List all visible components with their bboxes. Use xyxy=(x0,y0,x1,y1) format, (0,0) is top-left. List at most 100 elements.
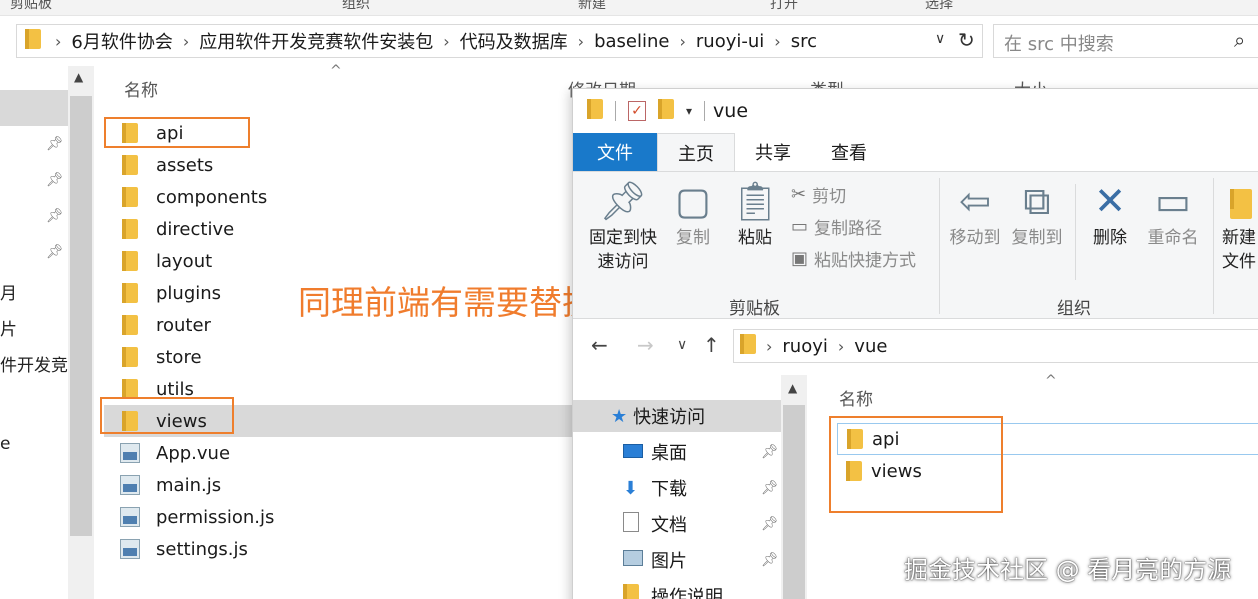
list-item[interactable]: directive xyxy=(104,213,574,245)
ribbon-group-organize: 组织 xyxy=(342,0,370,12)
nav-item-downloads[interactable]: ⬇ 下载 📌︎ xyxy=(623,472,781,504)
properties-icon[interactable]: ✓ xyxy=(628,101,646,121)
copy-icon: ▢ xyxy=(675,179,711,223)
list-item[interactable]: assets xyxy=(104,149,574,181)
folder-icon xyxy=(104,219,156,239)
chevron-right-icon[interactable]: › xyxy=(838,337,844,356)
file-name: App.vue xyxy=(156,442,231,464)
nav-item-desktop[interactable]: 桌面 📌︎ xyxy=(623,436,781,468)
breadcrumb-item[interactable]: baseline xyxy=(594,31,669,52)
rename-label: 重命名 xyxy=(1147,228,1199,248)
scroll-up-icon[interactable]: ▲ xyxy=(788,381,797,395)
pin-quick-access-button[interactable]: 📌︎ 固定到快速访问 xyxy=(583,176,663,274)
new-folder-icon[interactable] xyxy=(658,99,674,123)
copy-to-button[interactable]: ⧉ 复制到 xyxy=(1009,176,1065,250)
chevron-right-icon[interactable]: › xyxy=(578,32,584,51)
move-to-label: 移动到 xyxy=(949,228,1001,248)
breadcrumb-item[interactable]: ruoyi xyxy=(782,336,827,357)
group-label-organize: 组织 xyxy=(1057,299,1091,319)
address-dropdown-icon[interactable]: ∨ xyxy=(935,31,945,47)
breadcrumb-item[interactable]: 代码及数据库 xyxy=(460,28,568,54)
breadcrumb-item[interactable]: vue xyxy=(854,336,887,357)
copy-button[interactable]: ▢ 复制 xyxy=(669,176,717,250)
breadcrumb-item[interactable]: src xyxy=(791,31,817,52)
list-item[interactable]: App.vue xyxy=(104,437,574,469)
copy-path-button[interactable]: ▭ 复制路径 xyxy=(791,214,882,239)
paste-button[interactable]: 📋︎ 粘贴 xyxy=(731,176,779,250)
file-name: layout xyxy=(156,250,213,272)
list-item[interactable]: components xyxy=(104,181,574,213)
breadcrumb: › 6月软件协会 › 应用软件开发竞赛软件安装包 › 代码及数据库 › base… xyxy=(17,25,817,57)
highlight-box-api xyxy=(104,117,250,148)
breadcrumb-item[interactable]: 6月软件协会 xyxy=(71,28,172,54)
nav-item-instructions[interactable]: 操作说明 xyxy=(623,580,781,599)
nav-item-quick-access[interactable]: ★ 快速访问 xyxy=(573,400,781,432)
breadcrumb-item[interactable]: 应用软件开发竞赛软件安装包 xyxy=(199,28,433,54)
chevron-right-icon[interactable]: › xyxy=(679,32,685,51)
chevron-right-icon[interactable]: › xyxy=(766,337,772,356)
nav-selected-item[interactable] xyxy=(0,90,68,126)
file-name: directive xyxy=(156,218,235,240)
scroll-up-icon[interactable]: ▲ xyxy=(74,70,83,84)
pin-icon[interactable]: 📌︎ xyxy=(46,136,64,152)
nav-scrollbar[interactable]: ▲ xyxy=(68,66,94,599)
paste-shortcut-label: 粘贴快捷方式 xyxy=(814,251,917,271)
pin-quick-access-label: 固定到快速访问 xyxy=(589,228,657,272)
list-item[interactable]: store xyxy=(104,341,574,373)
pin-icon[interactable]: 📌︎ xyxy=(761,480,779,496)
nav-scrollbar[interactable]: ▲ xyxy=(781,375,807,599)
chevron-right-icon: › xyxy=(55,31,62,51)
column-header-name[interactable]: 名称 xyxy=(124,76,158,101)
scrollbar-thumb[interactable] xyxy=(783,405,805,599)
list-item[interactable]: layout xyxy=(104,245,574,277)
download-icon: ⬇ xyxy=(623,477,639,499)
pin-icon[interactable]: 📌︎ xyxy=(761,516,779,532)
group-label-clipboard: 剪贴板 xyxy=(729,299,780,319)
chevron-right-icon[interactable]: › xyxy=(183,32,189,51)
copy-path-label: 复制路径 xyxy=(814,219,883,239)
paste-shortcut-button[interactable]: ▣ 粘贴快捷方式 xyxy=(791,246,916,271)
pin-icon[interactable]: 📌︎ xyxy=(761,444,779,460)
file-icon xyxy=(104,475,156,495)
forward-arrow-icon[interactable]: → xyxy=(637,333,654,357)
move-to-button[interactable]: ⇦ 移动到 xyxy=(947,176,1003,250)
tab-view[interactable]: 查看 xyxy=(811,133,887,171)
search-placeholder[interactable]: 在 src 中搜索 xyxy=(1004,30,1114,56)
refresh-icon[interactable]: ↻ xyxy=(958,28,975,52)
cut-button[interactable]: ✂ 剪切 xyxy=(791,182,846,207)
nav-item-documents[interactable]: 文档 📌︎ xyxy=(623,508,781,540)
chevron-right-icon[interactable]: › xyxy=(443,32,449,51)
nav-item-fragment[interactable]: e xyxy=(0,434,10,454)
rename-button[interactable]: ▭ 重命名 xyxy=(1141,176,1205,250)
up-arrow-icon[interactable]: ↑ xyxy=(703,333,720,357)
new-folder-button[interactable]: 新建文件 xyxy=(1221,176,1258,274)
address-bar[interactable]: › ruoyi › vue xyxy=(733,329,1258,363)
folder-icon xyxy=(104,283,156,303)
folder-icon xyxy=(104,379,156,399)
pin-icon[interactable]: 📌︎ xyxy=(46,244,64,260)
customize-toolbar-icon[interactable]: ▾ xyxy=(686,104,692,118)
nav-item-fragment[interactable]: 月 xyxy=(0,279,17,304)
back-arrow-icon[interactable]: ← xyxy=(591,333,608,357)
nav-item-fragment[interactable]: 片 xyxy=(0,315,17,340)
nav-item-pictures[interactable]: 图片 📌︎ xyxy=(623,544,781,576)
window-title: vue xyxy=(713,100,749,122)
scrollbar-thumb[interactable] xyxy=(70,96,92,536)
breadcrumb-item[interactable]: ruoyi-ui xyxy=(696,31,764,52)
list-item[interactable]: permission.js xyxy=(104,501,574,533)
tab-share[interactable]: 共享 xyxy=(735,133,811,171)
column-header-name[interactable]: 名称 xyxy=(839,385,873,410)
list-item[interactable]: main.js xyxy=(104,469,574,501)
tab-file[interactable]: 文件 xyxy=(573,133,657,171)
search-icon[interactable]: ⌕ xyxy=(1234,28,1245,52)
address-bar[interactable]: › 6月软件协会 › 应用软件开发竞赛软件安装包 › 代码及数据库 › base… xyxy=(16,24,983,58)
delete-button[interactable]: ✕ 删除 xyxy=(1085,176,1135,250)
tab-home[interactable]: 主页 xyxy=(657,133,735,171)
search-box[interactable]: 在 src 中搜索 ⌕ xyxy=(993,24,1258,58)
recent-locations-icon[interactable]: ∨ xyxy=(677,337,687,353)
pin-icon[interactable]: 📌︎ xyxy=(46,172,64,188)
chevron-right-icon[interactable]: › xyxy=(774,32,780,51)
list-item[interactable]: settings.js xyxy=(104,533,574,565)
pin-icon[interactable]: 📌︎ xyxy=(46,208,64,224)
pin-icon[interactable]: 📌︎ xyxy=(761,552,779,568)
